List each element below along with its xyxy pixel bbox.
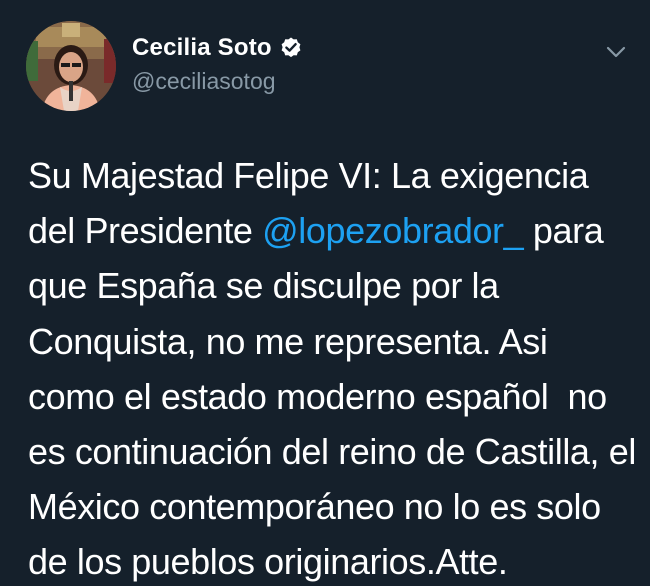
tweet-line-2: del Presidente @lopezobrador_ para [28, 203, 638, 258]
tweet-card: Cecilia Soto @ceciliasotog Su Majestad F… [0, 0, 650, 586]
author-display-name[interactable]: Cecilia Soto [132, 34, 272, 62]
tweet-line-5: como el estado moderno español no [28, 375, 607, 417]
avatar-image [26, 21, 116, 111]
tweet-line-7: México contemporáneo no lo es solo [28, 486, 601, 528]
tweet-text: Su Majestad Felipe VI: La exigencia del … [28, 148, 638, 586]
mention-link[interactable]: @lopezobrador_ [262, 210, 524, 251]
verified-badge-icon [279, 36, 303, 60]
tweet-line-4: Conquista, no me representa. Asi [28, 320, 548, 362]
author-handle[interactable]: @ceciliasotog [132, 68, 276, 95]
author-name-row: Cecilia Soto [132, 33, 303, 63]
tweet-line-1: Su Majestad Felipe VI: La exigencia [28, 155, 589, 196]
avatar[interactable] [26, 21, 116, 111]
tweet-line-3: que España se disculpe por la [28, 265, 499, 307]
tweet-line-2-suffix: para [523, 210, 604, 252]
tweet-line-2-prefix: del Presidente [28, 210, 263, 252]
chevron-down-icon[interactable] [602, 42, 630, 62]
tweet-line-8: de los pueblos originarios.Atte. [28, 541, 508, 583]
tweet-line-6: es continuación del reino de Castilla, e… [28, 431, 636, 473]
